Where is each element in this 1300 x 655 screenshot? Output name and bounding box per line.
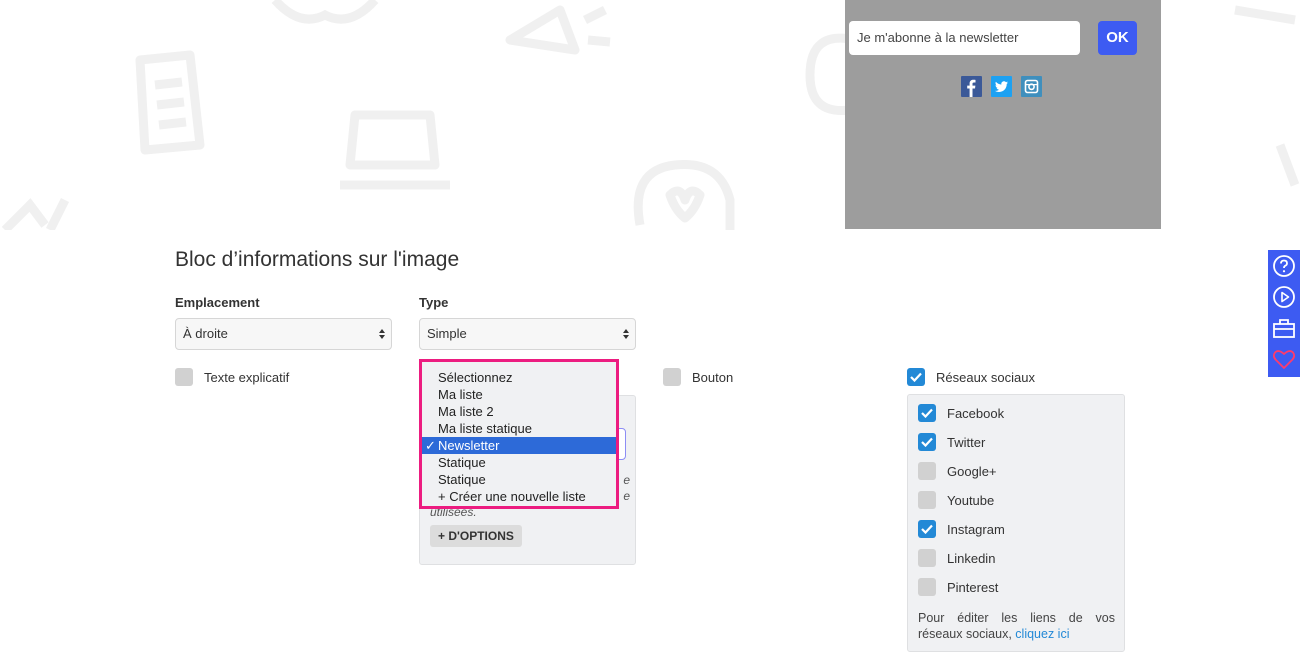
dropdown-option[interactable]: Ma liste 2 xyxy=(422,403,616,420)
select-arrows-icon xyxy=(379,329,385,339)
bouton-label: Bouton xyxy=(692,369,734,385)
facebook-label: Facebook xyxy=(947,405,1005,421)
type-select[interactable]: Simple xyxy=(419,318,636,350)
megaphone-icon xyxy=(505,5,611,55)
dropdown-option[interactable]: Ma liste xyxy=(422,386,616,403)
checkmark-icon: ✓ xyxy=(425,438,436,453)
youtube-checkbox[interactable] xyxy=(918,491,936,509)
toolbox-icon[interactable] xyxy=(1272,316,1296,340)
more-options-button[interactable]: + D'OPTIONS xyxy=(430,525,522,547)
texte-explicatif-checkbox[interactable] xyxy=(175,368,193,386)
pinterest-label: Pinterest xyxy=(947,579,999,595)
social-option-linkedin[interactable]: Linkedin xyxy=(918,549,995,567)
reseaux-sociaux-checkbox[interactable] xyxy=(907,368,925,386)
facebook-checkbox[interactable] xyxy=(918,404,936,422)
dropdown-option[interactable]: Statique xyxy=(422,454,616,471)
instagram-checkbox[interactable] xyxy=(918,520,936,538)
select-arrows-icon xyxy=(623,329,629,339)
emplacement-value: À droite xyxy=(183,326,228,341)
heart-icon[interactable] xyxy=(1272,347,1296,371)
tools-icon xyxy=(1,197,70,230)
instagram-icon[interactable] xyxy=(1021,76,1042,97)
twitter-icon[interactable] xyxy=(991,76,1012,97)
social-option-youtube[interactable]: Youtube xyxy=(918,491,994,509)
edge-icon-2 xyxy=(1275,143,1300,187)
laptop-icon xyxy=(340,110,450,190)
edge-icon xyxy=(1234,5,1296,25)
bouton-option[interactable]: Bouton xyxy=(663,368,733,386)
social-option-twitter[interactable]: Twitter xyxy=(918,433,985,451)
checkmark-icon xyxy=(910,372,922,382)
social-option-pinterest[interactable]: Pinterest xyxy=(918,578,998,596)
dropdown-option[interactable]: Sélectionnez xyxy=(422,369,616,386)
reseaux-sociaux-label: Réseaux sociaux xyxy=(936,369,1035,385)
linkedin-checkbox[interactable] xyxy=(918,549,936,567)
type-label: Type xyxy=(419,295,449,310)
side-toolbar xyxy=(1268,250,1300,377)
play-icon[interactable] xyxy=(1272,285,1296,309)
googleplus-checkbox[interactable] xyxy=(918,462,936,480)
emplacement-label: Emplacement xyxy=(175,295,260,310)
twitter-label: Twitter xyxy=(947,434,986,450)
checkmark-icon xyxy=(921,408,933,418)
social-links-note: Pour éditer les liens de vos réseaux soc… xyxy=(918,611,1115,641)
dropdown-option-selected[interactable]: ✓ Newsletter xyxy=(422,437,616,454)
dropdown-option[interactable]: Statique xyxy=(422,471,616,488)
checkmark-icon xyxy=(921,437,933,447)
section-title: Bloc d’informations sur l'image xyxy=(175,248,460,271)
preview-social-icons xyxy=(961,76,1042,97)
googleplus-label: Google+ xyxy=(947,463,997,479)
linkedin-label: Linkedin xyxy=(947,550,996,566)
newsletter-ok-button[interactable]: OK xyxy=(1098,21,1137,55)
dropdown-option-create-list[interactable]: + Créer une nouvelle liste xyxy=(422,488,616,505)
piggy-bank-icon xyxy=(633,159,735,230)
list-dropdown-menu: Sélectionnez Ma liste Ma liste 2 Ma list… xyxy=(419,359,619,509)
texte-explicatif-label: Texte explicatif xyxy=(204,369,290,385)
bouton-checkbox[interactable] xyxy=(663,368,681,386)
type-value: Simple xyxy=(427,326,467,341)
emplacement-select[interactable]: À droite xyxy=(175,318,392,350)
social-networks-panel: Facebook Twitter Google+ Youtube Instagr… xyxy=(907,394,1125,652)
social-option-instagram[interactable]: Instagram xyxy=(918,520,1005,538)
instagram-label: Instagram xyxy=(947,521,1005,537)
youtube-label: Youtube xyxy=(947,492,995,508)
checkmark-icon xyxy=(921,524,933,534)
pinterest-checkbox[interactable] xyxy=(918,578,936,596)
newsletter-preview: Je m'abonne à la newsletter OK xyxy=(845,0,1161,229)
texte-explicatif-option[interactable]: Texte explicatif xyxy=(175,368,289,386)
dropdown-option[interactable]: Ma liste statique xyxy=(422,420,616,437)
edit-social-links-link[interactable]: cliquez ici xyxy=(1015,627,1069,641)
dropdown-option-label: Newsletter xyxy=(438,438,500,453)
social-option-facebook[interactable]: Facebook xyxy=(918,404,1004,422)
facebook-icon[interactable] xyxy=(961,76,982,97)
document-icon xyxy=(135,50,205,155)
newsletter-email-input[interactable]: Je m'abonne à la newsletter xyxy=(849,21,1080,55)
reseaux-sociaux-option[interactable]: Réseaux sociaux xyxy=(907,368,1035,386)
social-option-googleplus[interactable]: Google+ xyxy=(918,462,997,480)
help-icon[interactable] xyxy=(1272,254,1296,278)
cloud-icon xyxy=(271,0,379,24)
twitter-checkbox[interactable] xyxy=(918,433,936,451)
